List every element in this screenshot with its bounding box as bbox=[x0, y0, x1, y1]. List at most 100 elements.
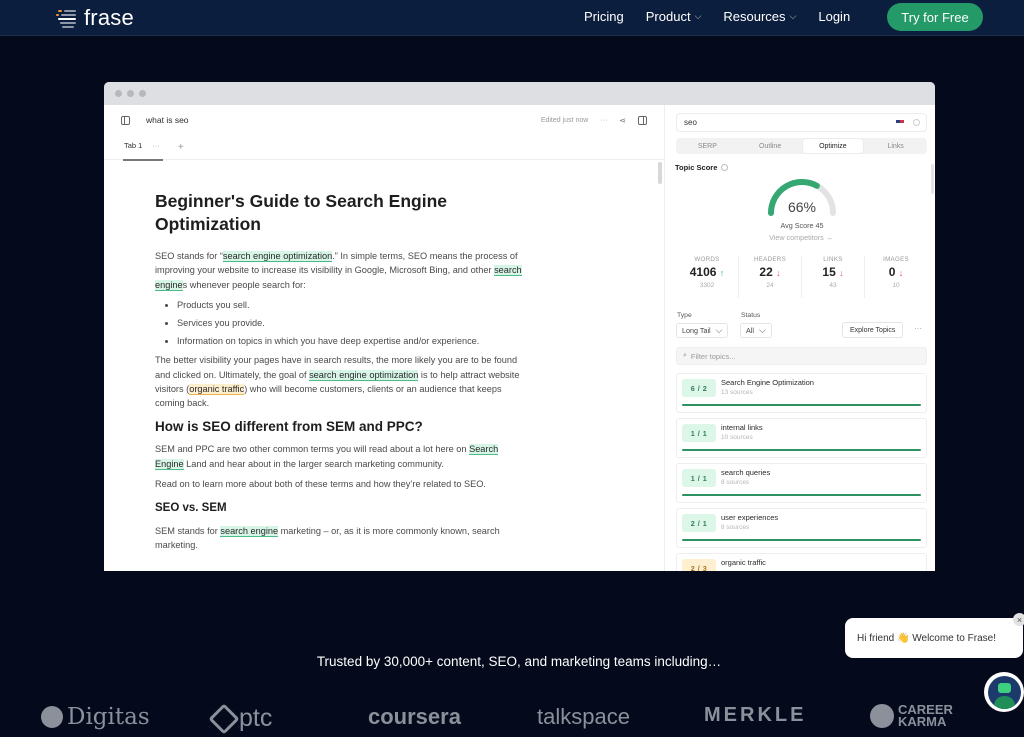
logo-career-karma: CAREER KARMA bbox=[870, 703, 980, 728]
topic-item[interactable]: 6 / 2 Search Engine Optimization 13 sour… bbox=[676, 373, 927, 413]
topic-sources: 8 sources bbox=[721, 524, 750, 531]
try-for-free-button[interactable]: Try for Free bbox=[887, 3, 983, 31]
document-editor: what is seo Edited just now ··· ⋖ Tab 1 … bbox=[104, 105, 665, 571]
topic-sources: 8 sources bbox=[721, 479, 750, 486]
paragraph: The better visibility your pages have in… bbox=[155, 355, 520, 409]
edited-status: Edited just now bbox=[540, 116, 589, 124]
topic-sources: 13 sources bbox=[721, 389, 753, 396]
keyword-highlight-warning[interactable]: organic traffic bbox=[189, 384, 245, 396]
tab-more-icon[interactable]: ··· bbox=[152, 141, 160, 150]
metric-links: LINKS 15 ↓ 43 bbox=[802, 256, 865, 298]
topic-list: 6 / 2 Search Engine Optimization 13 sour… bbox=[676, 373, 927, 571]
nav-links: Pricing Product ⌵ Resources ⌵ Login bbox=[584, 9, 850, 24]
close-icon[interactable]: × bbox=[1013, 613, 1024, 626]
topic-item[interactable]: 1 / 1 internal links 10 sources bbox=[676, 418, 927, 458]
nav-link-label: Pricing bbox=[584, 9, 624, 24]
us-flag-icon[interactable] bbox=[896, 120, 904, 126]
subsection-heading: SEO vs. SEM bbox=[155, 502, 227, 515]
paragraph: SEM and PPC are two other common terms y… bbox=[155, 444, 499, 470]
view-competitors-link[interactable]: View competitors → bbox=[751, 233, 851, 242]
topic-count-badge: 1 / 1 bbox=[682, 424, 716, 442]
search-icon: ⌕ bbox=[683, 352, 687, 359]
nav-link-product[interactable]: Product ⌵ bbox=[646, 9, 702, 24]
seo-side-panel: seo SERP Outline Optimize Links Topic Sc… bbox=[666, 105, 935, 571]
tab-1[interactable]: Tab 1 ··· bbox=[123, 140, 163, 161]
tab-outline[interactable]: Outline bbox=[740, 139, 801, 153]
query-input[interactable]: seo bbox=[676, 113, 927, 132]
arrow-down-icon: ↓ bbox=[839, 268, 844, 278]
panel-scrollbar[interactable] bbox=[931, 164, 934, 194]
filter-placeholder: Filter topics... bbox=[690, 351, 736, 361]
arrow-down-icon: ↓ bbox=[898, 268, 904, 278]
frase-logo-icon bbox=[56, 7, 78, 29]
metric-headers: HEADERS 22 ↓ 24 bbox=[739, 256, 802, 298]
arrow-down-icon: ↓ bbox=[776, 268, 781, 278]
chat-launcher-button[interactable] bbox=[984, 672, 1024, 712]
info-icon[interactable] bbox=[721, 164, 729, 171]
keyword-highlight[interactable]: search engine optimization bbox=[309, 369, 419, 381]
topic-item[interactable]: 2 / 1 user experiences 8 sources bbox=[676, 508, 927, 548]
status-label: Status bbox=[741, 312, 761, 319]
tab-serp[interactable]: SERP bbox=[677, 139, 738, 153]
logo-talkspace: talkspace bbox=[537, 704, 630, 729]
filter-topics-input[interactable]: ⌕ Filter topics... bbox=[676, 347, 927, 365]
list-item: Products you sell. bbox=[177, 298, 524, 312]
nav-link-label: Product bbox=[645, 9, 691, 24]
type-label: Type bbox=[677, 312, 692, 319]
topic-count-badge: 2 / 3 bbox=[682, 559, 716, 571]
document-heading: Beginner's Guide to Search Engine Optimi… bbox=[155, 191, 447, 234]
keyword-highlight[interactable]: search engine optimization bbox=[222, 251, 333, 262]
avg-score: Avg Score 45 bbox=[780, 221, 824, 230]
explore-topics-button[interactable]: Explore Topics bbox=[842, 322, 904, 338]
topic-count-badge: 2 / 1 bbox=[682, 514, 716, 532]
section-heading: How is SEO different from SEM and PPC? bbox=[155, 418, 423, 434]
topic-sources: 10 sources bbox=[721, 434, 753, 441]
metric-words: WORDS 4106 ↑ 3302 bbox=[676, 256, 739, 298]
paragraph: SEO stands for “search engine optimizati… bbox=[155, 251, 522, 291]
tab-optimize[interactable]: Optimize bbox=[802, 139, 864, 153]
chevron-down-icon: ⌵ bbox=[789, 11, 797, 21]
frase-logo[interactable]: frase bbox=[56, 5, 134, 31]
panel-tabs: SERP Outline Optimize Links bbox=[676, 138, 927, 154]
chat-greeting-bubble[interactable]: Hi friend 👋 Welcome to Frase! bbox=[845, 618, 1023, 658]
logo-digitas: Digitas bbox=[41, 704, 150, 730]
keyword-highlight[interactable]: search engine bbox=[220, 525, 279, 537]
nav-link-label: Resources bbox=[723, 9, 786, 24]
tab-label: Tab 1 bbox=[124, 140, 143, 150]
window-dot bbox=[139, 90, 146, 97]
sidebar-toggle-icon[interactable] bbox=[121, 115, 130, 125]
chevron-down-icon: ⌵ bbox=[759, 325, 766, 335]
nav-link-login[interactable]: Login bbox=[818, 9, 850, 24]
editor-scrollbar[interactable] bbox=[658, 162, 662, 184]
settings-icon[interactable] bbox=[913, 119, 920, 126]
document-content[interactable]: Beginner's Guide to Search Engine Optimi… bbox=[104, 160, 524, 553]
window-dot bbox=[127, 90, 134, 97]
more-icon[interactable]: ··· bbox=[600, 117, 607, 124]
topic-item[interactable]: 2 / 3 organic traffic bbox=[676, 553, 927, 571]
topic-progress-bar bbox=[682, 448, 921, 451]
add-tab-button[interactable]: + bbox=[178, 142, 184, 153]
topic-name: internal links bbox=[721, 423, 763, 432]
list-item: Services you provide. bbox=[177, 316, 524, 330]
status-select[interactable]: All ⌵ bbox=[740, 323, 772, 338]
topic-item[interactable]: 1 / 1 search queries 8 sources bbox=[676, 463, 927, 503]
ptc-icon bbox=[208, 702, 240, 735]
customer-logos: Digitas ptc coursera talkspace MERKLE CA… bbox=[0, 702, 1024, 737]
nav-link-resources[interactable]: Resources ⌵ bbox=[723, 9, 796, 24]
paragraph: Read on to learn more about both of thes… bbox=[155, 479, 486, 490]
panel-toggle-icon[interactable] bbox=[638, 115, 647, 125]
document-title[interactable]: what is seo bbox=[146, 115, 189, 125]
list-item: Information on topics in which you have … bbox=[177, 334, 524, 348]
tab-links[interactable]: Links bbox=[865, 139, 926, 153]
chevron-down-icon: ⌵ bbox=[715, 325, 723, 335]
nav-link-pricing[interactable]: Pricing bbox=[584, 9, 624, 24]
logo-ptc: ptc bbox=[208, 702, 272, 735]
chatbot-avatar-icon bbox=[987, 675, 1021, 709]
brand-name: frase bbox=[84, 5, 134, 30]
share-icon[interactable]: ⋖ bbox=[619, 116, 626, 125]
topic-count-badge: 6 / 2 bbox=[682, 379, 716, 397]
paragraph: SEM stands for search engine marketing –… bbox=[155, 525, 500, 551]
nav-link-label: Login bbox=[818, 9, 851, 24]
more-options-icon[interactable]: ··· bbox=[914, 324, 922, 333]
type-select[interactable]: Long Tail ⌵ bbox=[676, 323, 729, 338]
